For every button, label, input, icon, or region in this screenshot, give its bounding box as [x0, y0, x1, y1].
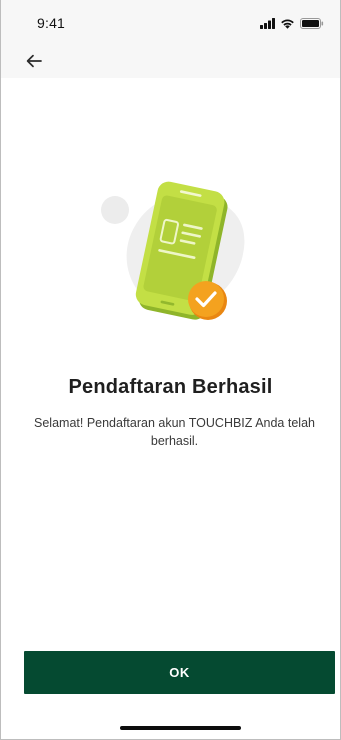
- success-message: Selamat! Pendaftaran akun TOUCHBIZ Anda …: [34, 416, 315, 448]
- status-time: 9:41: [37, 15, 66, 31]
- back-button[interactable]: [23, 50, 47, 72]
- back-arrow-icon: [23, 54, 47, 76]
- signal-icon: [260, 17, 275, 29]
- home-indicator[interactable]: [120, 726, 241, 730]
- battery-icon: [300, 17, 324, 29]
- ok-button[interactable]: OK: [24, 651, 335, 694]
- page-title: Pendaftaran Berhasil: [68, 376, 273, 398]
- wifi-icon: [280, 18, 295, 29]
- app-screen: 9:41 Pendaftaran Berhasil Selamat! Penda…: [0, 0, 341, 740]
- status-bar: 9:41: [1, 0, 340, 44]
- status-icons: [260, 17, 324, 29]
- phone-document-check-icon: [101, 181, 245, 320]
- success-illustration: [91, 180, 261, 340]
